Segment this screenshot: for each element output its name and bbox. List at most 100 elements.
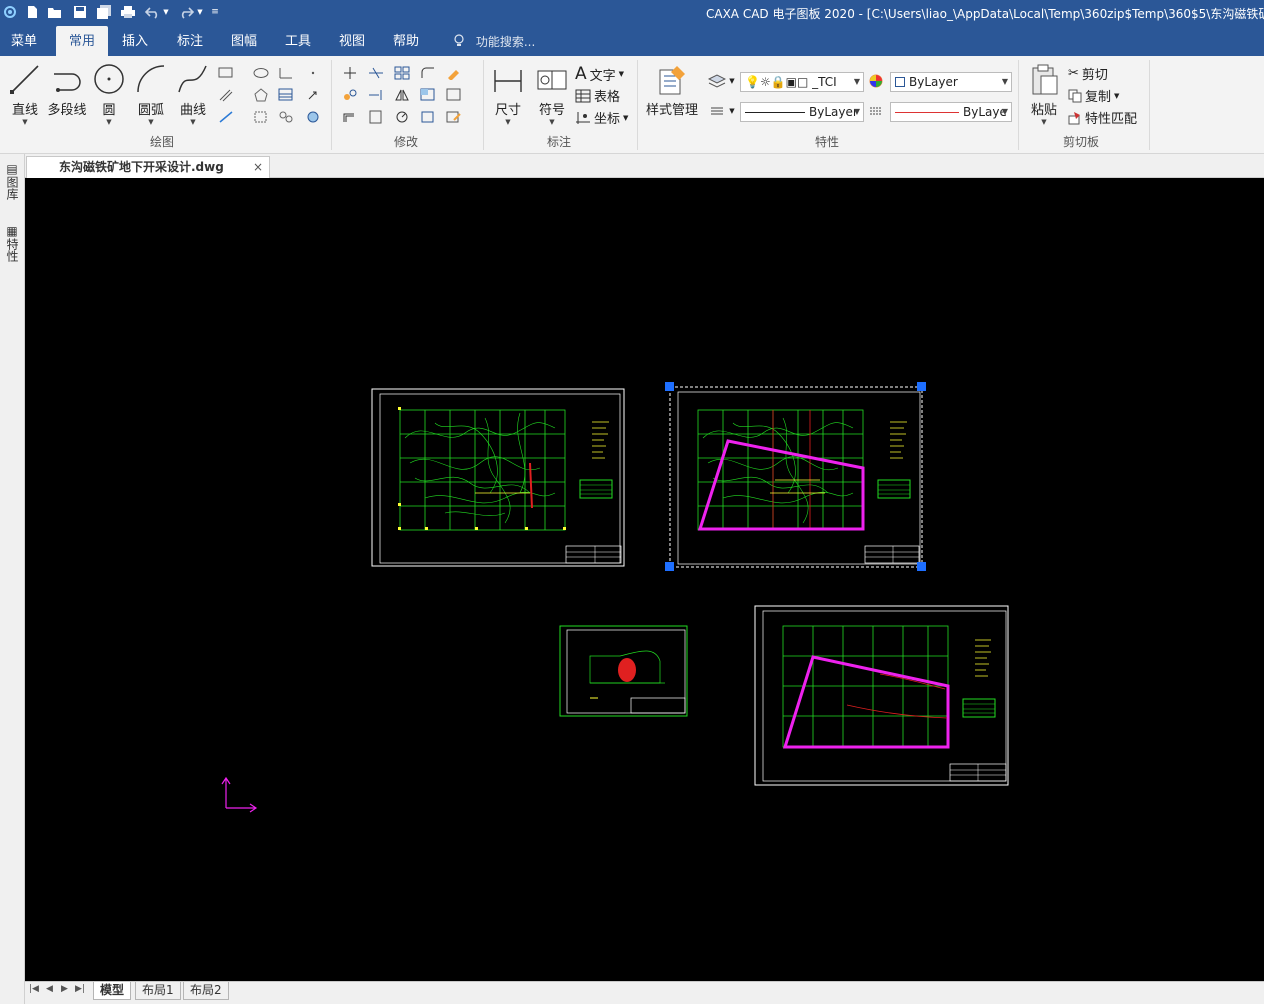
next-tab-icon[interactable]: ▶ bbox=[61, 984, 68, 994]
close-icon[interactable]: × bbox=[253, 157, 263, 178]
scissors-icon: ✂ bbox=[1068, 66, 1079, 81]
circle-button[interactable]: 圆 ▼ bbox=[92, 62, 126, 126]
lineweight-select[interactable]: ByLaye ▼ bbox=[890, 102, 1012, 122]
save-all-icon[interactable] bbox=[94, 2, 114, 22]
ellipse-icon[interactable] bbox=[251, 64, 271, 82]
match-properties-button[interactable]: 特性匹配 bbox=[1068, 108, 1137, 127]
edit-icon[interactable] bbox=[444, 108, 464, 126]
array-icon[interactable] bbox=[392, 64, 412, 82]
layer-manager-icon[interactable] bbox=[707, 72, 727, 90]
mirror-icon[interactable] bbox=[392, 86, 412, 104]
rectangle-icon[interactable] bbox=[216, 64, 236, 82]
redo-dropdown-icon[interactable]: ▼ bbox=[194, 2, 206, 22]
tab-layout-2[interactable]: 布局2 bbox=[183, 982, 229, 1000]
modify-group-label: 修改 bbox=[394, 135, 419, 149]
fillet-icon[interactable] bbox=[418, 64, 438, 82]
tab-annotate[interactable]: 标注 bbox=[173, 26, 207, 56]
multi-shape-icon[interactable] bbox=[276, 108, 296, 126]
app-logo-icon[interactable] bbox=[0, 2, 20, 22]
tab-layout-1[interactable]: 布局1 bbox=[135, 982, 181, 1000]
document-tab[interactable]: 东沟磁铁矿地下开采设计.dwg × bbox=[26, 156, 270, 178]
parallel-line-icon[interactable] bbox=[216, 86, 236, 104]
print-icon[interactable] bbox=[118, 2, 138, 22]
point-icon[interactable] bbox=[303, 64, 323, 82]
tab-insert[interactable]: 插入 bbox=[118, 26, 152, 56]
properties-panel-tab[interactable]: ▦特性 bbox=[4, 224, 21, 262]
last-tab-icon[interactable]: ▶| bbox=[75, 984, 85, 994]
copy-icon bbox=[1068, 89, 1082, 102]
offset-icon[interactable] bbox=[340, 108, 360, 126]
feature-search[interactable]: 功能搜索... bbox=[452, 26, 535, 56]
scale-icon[interactable] bbox=[444, 86, 464, 104]
stretch-icon[interactable] bbox=[418, 86, 438, 104]
drawing-canvas[interactable] bbox=[25, 178, 1264, 981]
region-icon[interactable] bbox=[303, 108, 323, 126]
layer-visible-icon: 💡☼🔒▣□ bbox=[745, 75, 809, 89]
clipboard-group-label: 剪切板 bbox=[1063, 135, 1100, 149]
copy-object-icon[interactable] bbox=[340, 86, 360, 104]
copy-button[interactable]: 复制 ▼ bbox=[1068, 86, 1119, 105]
brush-icon[interactable] bbox=[444, 64, 464, 82]
linetype-list-dropdown-icon[interactable]: ▼ bbox=[727, 102, 737, 120]
chamfer-icon[interactable] bbox=[418, 108, 438, 126]
table-button[interactable]: 表格 bbox=[575, 86, 620, 105]
line-button[interactable]: 直线 ▼ bbox=[8, 62, 42, 126]
centerline-icon[interactable] bbox=[276, 64, 296, 82]
paste-button[interactable]: 粘贴 ▼ bbox=[1026, 62, 1062, 126]
linetype-select[interactable]: ByLayer ▼ bbox=[740, 102, 864, 122]
tab-menu[interactable]: 菜单 bbox=[7, 26, 41, 56]
tab-view[interactable]: 视图 bbox=[335, 26, 369, 56]
tab-tools[interactable]: 工具 bbox=[281, 26, 315, 56]
text-button[interactable]: A 文字 ▼ bbox=[575, 64, 624, 84]
linetype-list-icon[interactable] bbox=[707, 102, 727, 120]
save-icon[interactable] bbox=[70, 2, 90, 22]
coordinate-button[interactable]: 坐标 ▼ bbox=[575, 108, 628, 127]
cut-button[interactable]: ✂ 剪切 bbox=[1068, 64, 1108, 83]
divider bbox=[1149, 60, 1150, 150]
layer-select[interactable]: 💡☼🔒▣□ _TCI ▼ bbox=[740, 72, 864, 92]
symbol-button[interactable]: 符号 ▼ bbox=[534, 62, 570, 126]
circle-icon bbox=[94, 64, 124, 94]
new-file-icon[interactable] bbox=[22, 2, 42, 22]
text-icon: A bbox=[575, 64, 587, 84]
polyline-button[interactable]: 多段线 bbox=[46, 62, 88, 118]
style-manager-button[interactable]: 样式管理 bbox=[644, 62, 700, 118]
curve-button[interactable]: 曲线 ▼ bbox=[176, 62, 210, 126]
library-panel-tab[interactable]: ▤图库 bbox=[4, 162, 21, 200]
spline-icon bbox=[178, 65, 207, 93]
properties-icon: ▦ bbox=[5, 224, 19, 238]
layer-manager-dropdown-icon[interactable]: ▼ bbox=[727, 72, 737, 90]
explode-icon[interactable] bbox=[366, 108, 386, 126]
dimension-button[interactable]: 尺寸 ▼ bbox=[490, 62, 526, 126]
tab-home[interactable]: 常用 bbox=[56, 26, 108, 56]
prev-tab-icon[interactable]: ◀ bbox=[46, 984, 53, 994]
feature-search-placeholder: 功能搜索... bbox=[475, 35, 536, 49]
block-icon[interactable] bbox=[251, 108, 271, 126]
paste-icon bbox=[1032, 64, 1058, 95]
ribbon-panel: 直线 ▼ 多段线 圆 ▼ 圆弧 ▼ 曲线 ▼ 绘图 修改 尺寸 ▼ 符号 ▼ A… bbox=[0, 56, 1264, 154]
drawing-sheet-3 bbox=[559, 625, 688, 717]
lineweight-icon[interactable] bbox=[866, 102, 886, 120]
undo-dropdown-icon[interactable]: ▼ bbox=[160, 2, 172, 22]
tab-help[interactable]: 帮助 bbox=[389, 26, 423, 56]
hatch-icon[interactable] bbox=[276, 86, 296, 104]
table-icon bbox=[575, 89, 591, 102]
trim-icon[interactable] bbox=[366, 64, 386, 82]
rotate-icon[interactable] bbox=[392, 108, 412, 126]
move-icon[interactable] bbox=[340, 64, 360, 82]
draw-group-label: 绘图 bbox=[150, 135, 175, 149]
tab-model[interactable]: 模型 bbox=[93, 982, 132, 1000]
tab-sheet[interactable]: 图幅 bbox=[227, 26, 261, 56]
arc-button[interactable]: 圆弧 ▼ bbox=[134, 62, 168, 126]
color-select[interactable]: ByLayer ▼ bbox=[890, 72, 1012, 92]
color-wheel-icon[interactable] bbox=[866, 72, 886, 90]
construction-line-icon[interactable] bbox=[216, 108, 236, 126]
pointer-arrow-icon[interactable] bbox=[303, 86, 323, 104]
extend-icon[interactable] bbox=[366, 86, 386, 104]
open-folder-icon[interactable] bbox=[45, 2, 65, 22]
first-tab-icon[interactable]: |◀ bbox=[29, 984, 39, 994]
redo-icon[interactable] bbox=[176, 2, 196, 22]
customize-toolbar-icon[interactable]: ≡ bbox=[208, 2, 222, 22]
polygon-icon[interactable] bbox=[251, 86, 271, 104]
left-dock-panel: ▤图库 ▦特性 bbox=[0, 154, 25, 1004]
